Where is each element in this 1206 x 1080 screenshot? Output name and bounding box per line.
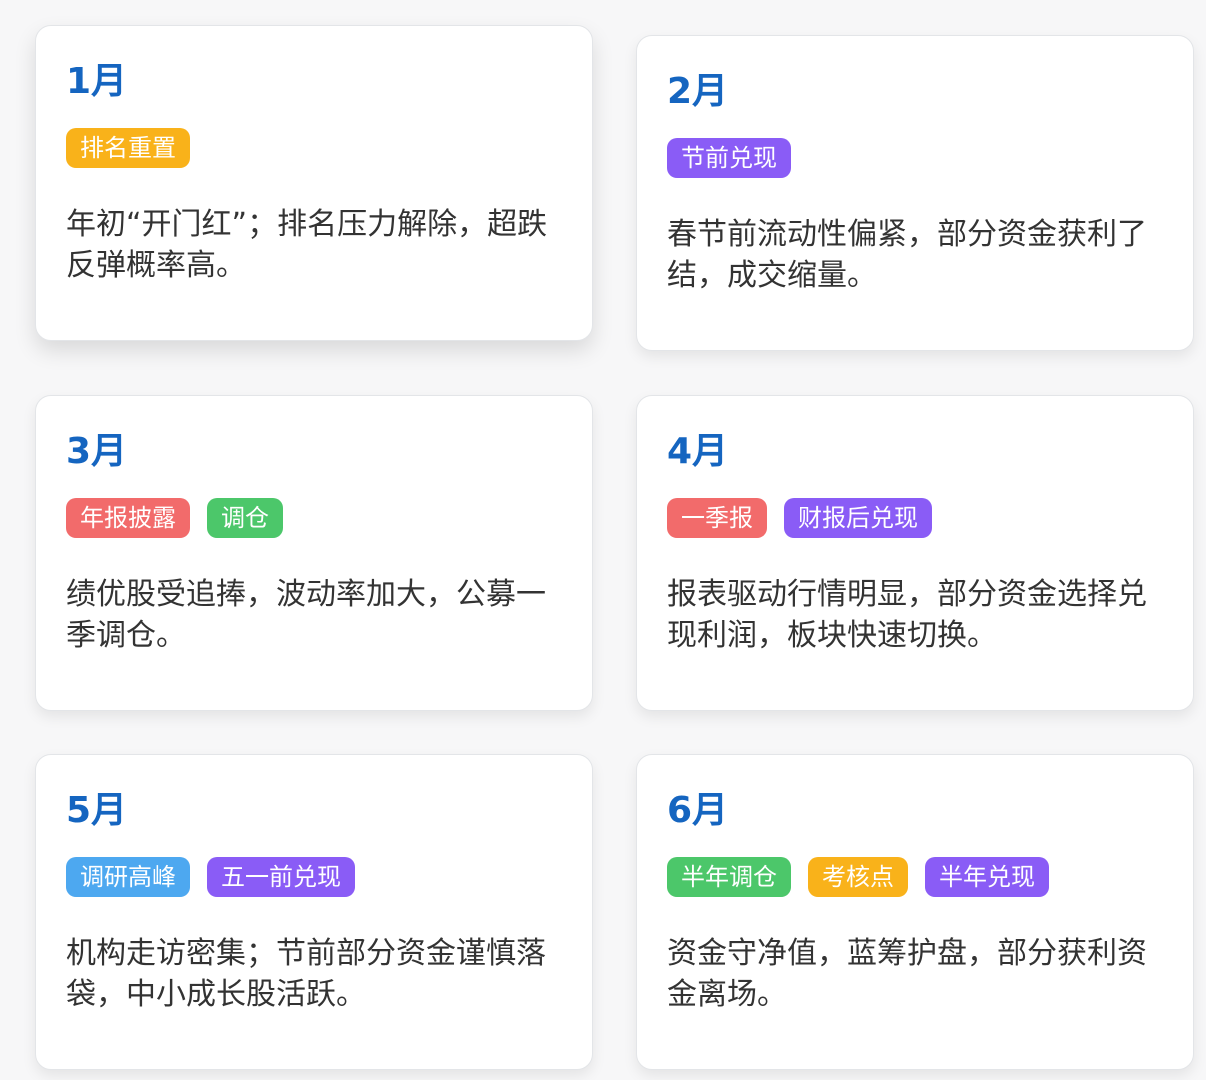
month-card-feb[interactable]: 2月 节前兑现 春节前流动性偏紧，部分资金获利了结，成交缩量。 <box>636 35 1194 351</box>
tag-badge: 半年兑现 <box>925 857 1049 897</box>
tag-badge: 调研高峰 <box>66 857 190 897</box>
month-description: 机构走访密集；节前部分资金谨慎落袋，中小成长股活跃。 <box>66 936 546 1012</box>
tag-badge: 调仓 <box>207 498 283 538</box>
month-card-jan[interactable]: 1月 排名重置 年初“开门红”；排名压力解除，超跌反弹概率高。 <box>35 25 593 341</box>
month-card-may[interactable]: 5月 调研高峰 五一前兑现 机构走访密集；节前部分资金谨慎落袋，中小成长股活跃。 <box>35 754 593 1070</box>
tag-badge: 财报后兑现 <box>784 498 932 538</box>
month-card-apr[interactable]: 4月 一季报 财报后兑现 报表驱动行情明显，部分资金选择兑现利润，板块快速切换。 <box>636 395 1194 711</box>
tag-badge: 半年调仓 <box>667 857 791 897</box>
tag-badge: 年报披露 <box>66 498 190 538</box>
month-title: 3月 <box>66 431 128 472</box>
month-description: 年初“开门红”；排名压力解除，超跌反弹概率高。 <box>66 207 548 283</box>
tag-badge: 五一前兑现 <box>207 857 355 897</box>
month-description: 资金守净值，蓝筹护盘，部分获利资金离场。 <box>667 936 1147 1012</box>
tag-badge: 考核点 <box>808 857 908 897</box>
tag-list: 半年调仓 考核点 半年兑现 <box>667 857 1163 897</box>
tag-badge: 排名重置 <box>66 128 190 168</box>
month-title: 1月 <box>66 61 128 102</box>
tag-list: 一季报 财报后兑现 <box>667 498 1163 538</box>
tag-list: 排名重置 <box>66 128 562 168</box>
tag-list: 调研高峰 五一前兑现 <box>66 857 562 897</box>
tag-badge: 节前兑现 <box>667 138 791 178</box>
month-card-grid: 1月 排名重置 年初“开门红”；排名压力解除，超跌反弹概率高。 2月 节前兑现 … <box>0 0 1206 1080</box>
month-card-jun[interactable]: 6月 半年调仓 考核点 半年兑现 资金守净值，蓝筹护盘，部分获利资金离场。 <box>636 754 1194 1070</box>
month-card-mar[interactable]: 3月 年报披露 调仓 绩优股受追捧，波动率加大，公募一季调仓。 <box>35 395 593 711</box>
month-description: 绩优股受追捧，波动率加大，公募一季调仓。 <box>66 577 546 653</box>
tag-list: 年报披露 调仓 <box>66 498 562 538</box>
month-title: 5月 <box>66 790 128 831</box>
tag-list: 节前兑现 <box>667 138 1163 178</box>
month-description: 报表驱动行情明显，部分资金选择兑现利润，板块快速切换。 <box>667 577 1147 653</box>
month-title: 4月 <box>667 431 729 472</box>
tag-badge: 一季报 <box>667 498 767 538</box>
month-description: 春节前流动性偏紧，部分资金获利了结，成交缩量。 <box>667 217 1147 293</box>
month-title: 2月 <box>667 71 729 112</box>
month-title: 6月 <box>667 790 729 831</box>
